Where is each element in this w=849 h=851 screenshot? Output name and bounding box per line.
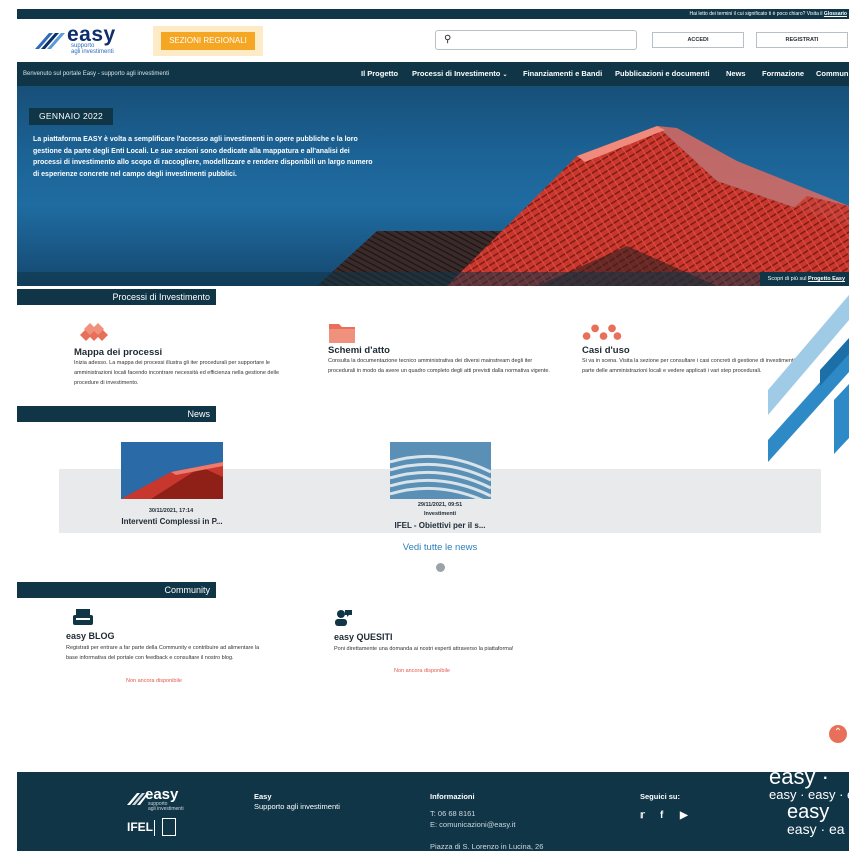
search-icon[interactable]: ⚲ (444, 34, 451, 45)
blog-status: Non ancora disponibile (126, 678, 182, 684)
search-input[interactable] (458, 33, 628, 47)
diamonds-icon (80, 323, 108, 341)
footer-logo-divider (154, 820, 155, 836)
nav-item-processi-label: Processi di Investimento (412, 69, 501, 78)
hero-more-link[interactable]: Progetto Easy (808, 276, 845, 282)
footer-social-title: Seguici su: (640, 792, 681, 801)
news-thumb-2[interactable] (390, 442, 491, 499)
blog-text: Registrati per entrare a far parte della… (66, 645, 260, 661)
facebook-icon[interactable]: f (660, 810, 663, 821)
folder-icon (329, 324, 355, 343)
easy-wall-line-2: easy · easy · e (769, 787, 849, 802)
page: Hai letto dei termini il cui significato… (0, 0, 849, 851)
glossary-bar: Hai letto dei termini il cui significato… (17, 9, 849, 19)
nav-item-finanziamenti[interactable]: Finanziamenti e Bandi (523, 62, 602, 86)
chevron-up-icon: ⌃ (833, 727, 843, 738)
footer-easy-title: Easy (254, 792, 272, 801)
hero-banner: GENNAIO 2022 La piattaforma EASY è volta… (17, 86, 849, 286)
news-date-2: 29/11/2021, 09:51 (417, 502, 463, 508)
footer-phone: T: 06 68 8161 (430, 809, 476, 818)
quesiti-text: Poni direttamente una domanda ai nostri … (334, 646, 514, 652)
hero-more-link-wrap: Scopri di più sul Progetto Easy (759, 272, 849, 286)
hero-date-badge: GENNAIO 2022 (29, 108, 114, 125)
easy-logo[interactable]: easy supporto agli investimenti (31, 23, 141, 57)
see-all-news-link[interactable]: Vedi tutte le news (380, 542, 500, 553)
logo-subtitle-2: agli investimenti (71, 49, 114, 55)
hero-roof-image (317, 126, 849, 286)
hero-more-text: Scopri di più sul (767, 276, 809, 282)
glossary-text: Hai letto dei termini il cui significato… (689, 11, 824, 17)
header: easy supporto agli investimenti Sezioni … (17, 20, 849, 62)
login-button[interactable]: Accedi (652, 32, 744, 48)
chevron-down-icon: ⌄ (502, 72, 508, 78)
nav-item-processi[interactable]: Processi di Investimento ⌄ (412, 62, 508, 87)
regional-sections-wrap: Sezioni regionali (153, 26, 263, 56)
easy-wall-line-3: easy (787, 801, 830, 823)
news-title-2[interactable]: IFEL - Obiettivi per il s... (365, 521, 515, 530)
card-schemi-title: Schemi d'atto (328, 345, 390, 356)
easy-wall-line-4: easy · ea (787, 821, 845, 837)
blog-title[interactable]: easy BLOG (66, 631, 115, 641)
quesiti-status: Non ancora disponibile (394, 668, 450, 674)
nav-item-formazione[interactable]: Formazione (762, 62, 804, 86)
network-dots-icon (582, 324, 622, 340)
scroll-top-button[interactable]: ⌃ (829, 725, 847, 743)
footer-address: Piazza di S. Lorenzo in Lucina, 26 (430, 842, 544, 851)
quesiti-title[interactable]: easy QUESITI (334, 632, 393, 642)
nav-item-progetto[interactable]: Il Progetto (361, 62, 398, 86)
anci-seal-icon (162, 818, 176, 836)
decorative-stripes (768, 295, 849, 462)
news-date-1: 30/11/2021, 17:14 (148, 508, 194, 514)
experts-icon (335, 610, 352, 626)
news-thumb-1[interactable] (121, 442, 223, 499)
footer: easy supporto agli investimenti IFEL Eas… (17, 772, 849, 851)
nav-item-news[interactable]: News (726, 62, 746, 86)
footer-email[interactable]: E: comunicazioni@easy.it (430, 820, 515, 830)
youtube-icon[interactable]: ▶ (680, 810, 688, 821)
footer-easy-text: Supporto agli investimenti (254, 802, 340, 811)
footer-info-title: Informazioni (430, 792, 475, 801)
section-heading-processi: Processi di Investimento (17, 289, 216, 305)
hero-bottom-band (17, 272, 849, 286)
card-mappa-title: Mappa dei processi (74, 347, 163, 358)
easy-wall-line-1: easy · (769, 772, 829, 789)
footer-logo-subtitle-2: agli investimenti (148, 806, 184, 812)
section-heading-community: Community (17, 582, 216, 598)
easy-pattern-wall: easy · easy · easy · e easy easy · ea (769, 772, 849, 836)
ifel-logo[interactable]: IFEL (127, 820, 153, 834)
regional-sections-button[interactable]: Sezioni regionali (161, 32, 255, 50)
welcome-text: Benvenuto sul portale Easy - supporto ag… (23, 71, 170, 77)
main-nav: Benvenuto sul portale Easy - supporto ag… (17, 62, 849, 86)
section-heading-news: News (17, 406, 216, 422)
nav-item-community[interactable]: Community (816, 62, 849, 86)
news-thumb-2-image (390, 442, 491, 499)
logo-mark-icon (35, 33, 65, 49)
news-title-1[interactable]: Interventi Complessi in P... (97, 517, 247, 526)
search-box: ⚲ (435, 30, 637, 50)
glossary-link[interactable]: Glossario (824, 11, 847, 17)
carousel-dot[interactable] (436, 563, 445, 572)
card-mappa[interactable]: Mappa dei processi Inizia adesso. La map… (74, 323, 304, 393)
register-button[interactable]: Registrati (756, 32, 848, 48)
twitter-icon[interactable]: 𝕣 (640, 810, 645, 821)
card-schemi[interactable]: Schemi d'atto Consulta la documentazione… (328, 321, 558, 391)
news-thumb-1-image (121, 442, 223, 499)
hero-description: La piattaforma EASY è volta a semplifica… (33, 136, 373, 178)
card-casi-title: Casi d'uso (582, 345, 630, 356)
card-schemi-text: Consulta la documentazione tecnico ammin… (328, 358, 550, 374)
typewriter-icon (73, 609, 93, 625)
card-mappa-text: Inizia adesso. La mappa dei processi ill… (74, 360, 280, 386)
nav-item-pubblicazioni[interactable]: Pubblicazioni e documenti (615, 62, 710, 86)
news-category-2: Investimenti (423, 511, 457, 517)
